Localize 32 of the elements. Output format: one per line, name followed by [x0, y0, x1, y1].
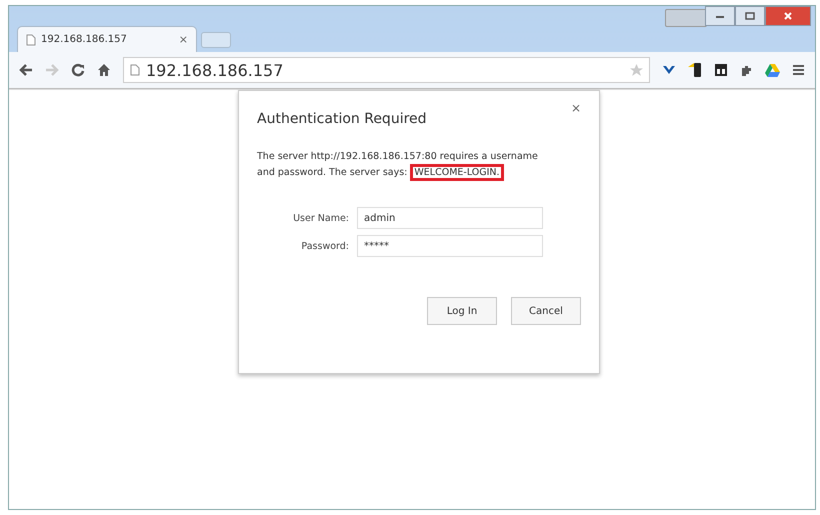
dialog-message: The server http://192.168.186.157:80 requires a username and password. The server says: WELCOME-LOGIN.	[257, 149, 547, 181]
field-label: User Name:	[292, 212, 349, 224]
address-bar[interactable]: 192.168.186.157	[123, 57, 650, 83]
input-field[interactable]: *****	[357, 235, 543, 257]
input-field[interactable]: admin	[357, 207, 543, 229]
window-icon[interactable]	[714, 63, 728, 77]
page-icon	[26, 34, 36, 46]
dialog-title: Authentication Required	[257, 111, 427, 127]
close-icon	[783, 12, 793, 20]
dialog-button[interactable]: Cancel	[511, 297, 581, 325]
close-button[interactable]	[765, 6, 811, 26]
back-icon[interactable]	[19, 64, 33, 76]
page-icon	[130, 64, 140, 76]
browser-tab[interactable]: 192.168.186.157 ×	[17, 26, 197, 52]
dialog-button[interactable]: Log In	[427, 297, 497, 325]
minimize-button[interactable]	[705, 6, 735, 26]
puzzle-icon[interactable]	[740, 64, 753, 76]
reload-icon[interactable]	[71, 63, 85, 77]
tab-close-button[interactable]: ×	[178, 33, 188, 46]
check-icon[interactable]	[662, 64, 676, 76]
menu-icon[interactable]	[792, 64, 805, 76]
drive-icon[interactable]	[765, 64, 780, 76]
field-label: Password:	[300, 240, 349, 252]
maximize-button[interactable]	[735, 6, 765, 26]
dialog-close-button[interactable]: ×	[570, 101, 581, 127]
phone-icon[interactable]	[688, 62, 702, 78]
address-text: 192.168.186.157	[146, 60, 284, 80]
home-icon[interactable]	[97, 63, 111, 77]
maximize-icon	[745, 12, 755, 20]
star-icon[interactable]	[630, 64, 643, 76]
tab-title: 192.168.186.157	[41, 34, 128, 45]
minimize-icon	[715, 13, 725, 19]
